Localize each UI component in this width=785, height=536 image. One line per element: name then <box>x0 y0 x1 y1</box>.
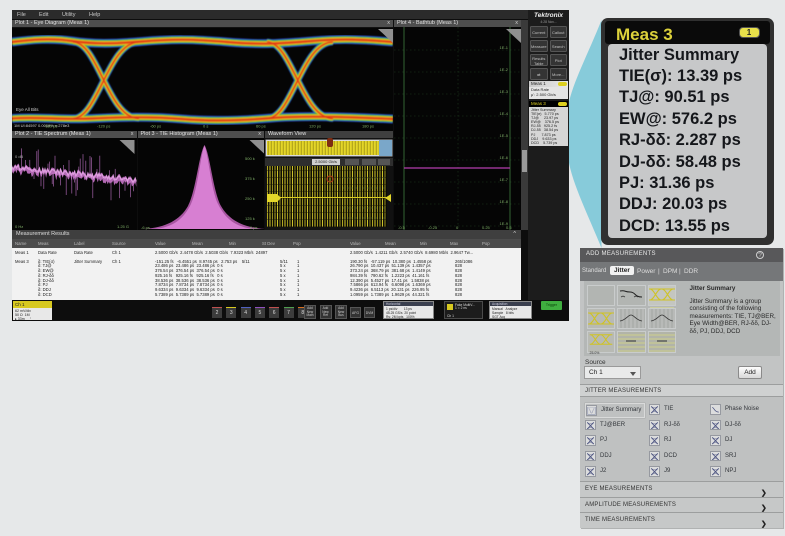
svg-text:6 ps: 6 ps <box>250 225 258 230</box>
svg-text:0 dB: 0 dB <box>15 154 24 159</box>
svg-text:250 k: 250 k <box>245 196 255 201</box>
svg-text:500 k: 500 k <box>245 156 255 161</box>
svg-text:1M UI:84597 0.0009% n:278e3: 1M UI:84597 0.0009% n:278e3 <box>14 123 70 128</box>
svg-text:1E-4: 1E-4 <box>500 111 509 116</box>
svg-text:-60 ps: -60 ps <box>150 123 161 128</box>
svg-text:1.25 G: 1.25 G <box>117 224 129 229</box>
svg-text:-180 ps: -180 ps <box>44 123 57 128</box>
svg-text:375 k: 375 k <box>245 176 255 181</box>
svg-text:125 k: 125 k <box>245 216 255 221</box>
svg-text:0 Hz: 0 Hz <box>15 224 23 229</box>
svg-text:1E-7: 1E-7 <box>500 177 509 182</box>
svg-text:0 s: 0 s <box>203 123 208 128</box>
svg-text:1E-6: 1E-6 <box>500 155 509 160</box>
svg-text:Eye All Bits: Eye All Bits <box>16 107 39 112</box>
svg-text:1E-3: 1E-3 <box>500 89 509 94</box>
svg-text:1E-2: 1E-2 <box>500 67 509 72</box>
svg-text:180 ps: 180 ps <box>362 123 374 128</box>
svg-text:-120 ps: -120 ps <box>97 123 110 128</box>
svg-text:-0.5: -0.5 <box>398 225 406 230</box>
svg-text:1E-8: 1E-8 <box>500 199 509 204</box>
svg-text:0.25: 0.25 <box>482 225 491 230</box>
svg-text:-0.25: -0.25 <box>428 225 438 230</box>
svg-text:1E-1: 1E-1 <box>500 45 509 50</box>
svg-text:-6 ps: -6 ps <box>141 225 150 230</box>
svg-text:60 ps: 60 ps <box>256 123 266 128</box>
svg-text:0.5: 0.5 <box>506 225 512 230</box>
svg-text:1E-5: 1E-5 <box>500 133 509 138</box>
svg-text:120 ps: 120 ps <box>309 123 321 128</box>
